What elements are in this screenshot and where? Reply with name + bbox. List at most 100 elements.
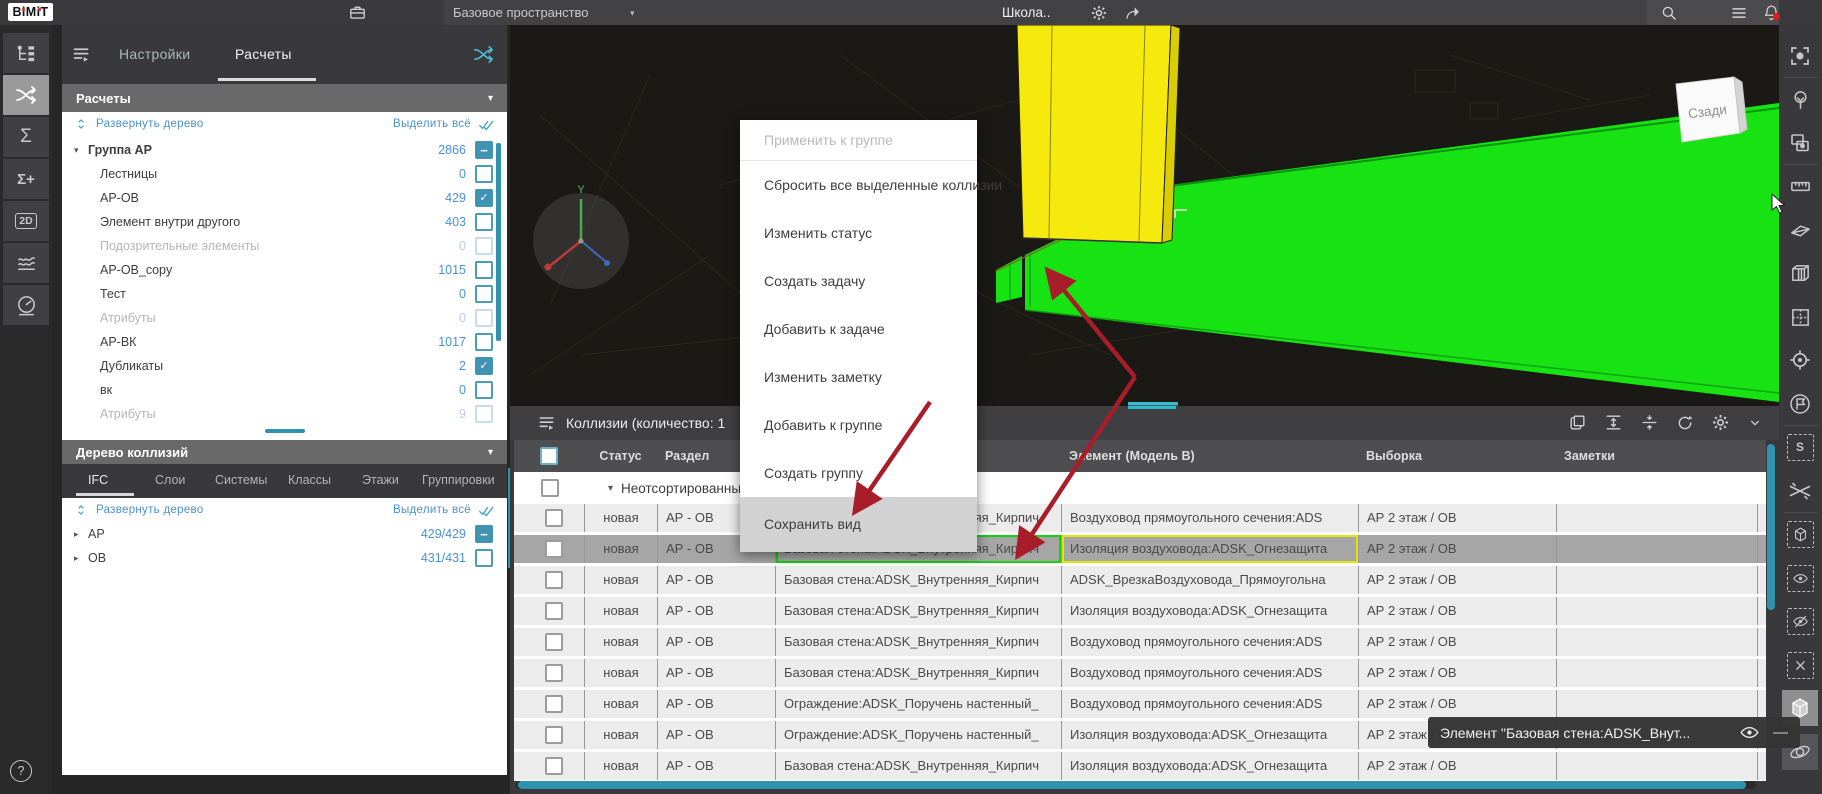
tree-row[interactable]: Элемент внутри другого403	[62, 210, 503, 234]
checkbox[interactable]	[545, 757, 563, 775]
checkbox[interactable]	[545, 509, 563, 527]
tab-calculations[interactable]: Расчеты	[235, 46, 292, 62]
collapse-caret-icon[interactable]: ▾	[488, 93, 493, 104]
tree-row[interactable]: АР-ВК1017	[62, 330, 503, 354]
checkbox[interactable]	[545, 602, 563, 620]
sidebar-item-dashboard[interactable]	[3, 285, 49, 325]
checkbox[interactable]: −	[475, 141, 493, 159]
bimit-logo[interactable]: BiMiT	[8, 3, 53, 21]
chevron-down-icon[interactable]	[1747, 415, 1763, 431]
workspace-selector[interactable]: Базовое пространство	[453, 0, 589, 25]
tool-measure[interactable]	[1782, 168, 1818, 204]
project-settings-gear-icon[interactable]	[1090, 4, 1108, 22]
table-row[interactable]: новаяАР - ОВБазовая стена:ADSK_Внутрення…	[514, 628, 1766, 656]
checkbox[interactable]	[475, 549, 493, 567]
table-menu-icon[interactable]	[537, 413, 557, 433]
double-check-icon[interactable]	[478, 502, 495, 519]
tab-classes[interactable]: Классы	[288, 473, 331, 487]
expand-tree-link[interactable]: Развернуть дерево	[96, 118, 204, 130]
tab-ifc[interactable]: IFC	[88, 473, 108, 487]
tab-systems[interactable]: Системы	[215, 473, 267, 487]
column-selection[interactable]: Выборка	[1358, 440, 1556, 472]
table-horizontal-scrollbar[interactable]	[518, 781, 1746, 789]
refresh-icon[interactable]	[1676, 414, 1694, 432]
checkbox[interactable]	[475, 261, 493, 279]
caret-right-icon[interactable]: ▸	[74, 553, 88, 564]
tool-show-selected-only[interactable]	[1782, 516, 1818, 552]
tree-row[interactable]: Атрибуты9	[62, 402, 503, 426]
table-row[interactable]: новаяАР - ОВБазовая стена:ADSK_Внутрення…	[514, 659, 1766, 687]
section-header-collision-tree[interactable]: Дерево коллизий ▾	[62, 440, 507, 464]
expand-tree-link[interactable]: Развернуть дерево	[96, 504, 204, 516]
select-all-checkbox[interactable]	[540, 447, 558, 465]
table-row[interactable]: новаяАР - ОВБазовая стена:ADSK_Внутрення…	[514, 597, 1766, 625]
model-yellow-duct[interactable]	[1017, 25, 1180, 243]
tab-floors[interactable]: Этажи	[362, 473, 399, 487]
tool-hide-elements[interactable]	[1782, 603, 1818, 639]
tool-flags[interactable]	[1782, 386, 1818, 422]
checkbox[interactable]	[545, 571, 563, 589]
tool-isolate-elements[interactable]	[1782, 125, 1818, 161]
menu-list-icon[interactable]	[1730, 4, 1748, 22]
checkbox[interactable]	[475, 213, 493, 231]
table-horizontal-scroll-track[interactable]	[516, 781, 1756, 789]
table-row-selected[interactable]: новаяАР - ОВБазовая стена:ADSK_Внутрення…	[514, 535, 1766, 563]
tab-groupings[interactable]: Группировки	[422, 473, 495, 487]
share-icon[interactable]	[1124, 4, 1142, 22]
sidebar-item-model-tree[interactable]	[3, 33, 49, 73]
tab-settings[interactable]: Настройки	[119, 46, 190, 62]
project-name[interactable]: Школа..	[1002, 0, 1051, 25]
double-check-icon[interactable]	[478, 116, 495, 133]
caret-down-icon[interactable]: ▾	[74, 145, 88, 156]
chevron-down-icon[interactable]: ▾	[630, 8, 635, 19]
tree-row[interactable]: АР-ОВ429✓	[62, 186, 503, 210]
panel-menu-icon[interactable]	[71, 44, 92, 65]
checkbox[interactable]	[541, 479, 559, 497]
tree-row[interactable]: ▸ОВ431/431	[62, 546, 503, 570]
table-row[interactable]: новаяАР - ОВБазовая стена:ADSK_Внутрення…	[514, 504, 1766, 532]
tool-section-box[interactable]	[1782, 255, 1818, 291]
briefcase-icon[interactable]	[348, 3, 367, 22]
tool-section-plane[interactable]	[1782, 212, 1818, 248]
checkbox[interactable]: ✓	[475, 189, 493, 207]
table-vertical-scrollbar[interactable]	[1767, 444, 1775, 610]
view-cube[interactable]: Сзади	[1676, 77, 1747, 142]
checkbox[interactable]	[475, 285, 493, 303]
tool-collision-pair[interactable]	[1782, 473, 1818, 509]
menu-item-edit-note[interactable]: Изменить заметку	[740, 353, 977, 401]
menu-item-reset-selected[interactable]: Сбросить все выделенные коллизии	[740, 161, 977, 209]
tool-floor-plan[interactable]	[1782, 299, 1818, 335]
sidebar-item-totals[interactable]: Σ	[3, 117, 49, 157]
tool-show-elements[interactable]	[1782, 560, 1818, 596]
checkbox[interactable]	[475, 381, 493, 399]
select-all-link[interactable]: Выделить всё	[393, 118, 471, 130]
tool-locate[interactable]	[1782, 342, 1818, 378]
select-all-link[interactable]: Выделить всё	[393, 504, 471, 516]
section-header-calculations[interactable]: Расчеты ▾	[62, 84, 507, 112]
menu-item-save-view[interactable]: Сохранить вид	[740, 497, 977, 552]
eye-icon[interactable]	[1739, 722, 1760, 743]
table-row[interactable]: новаяАР - ОВБазовая стена:ADSK_Внутрення…	[514, 752, 1766, 780]
sidebar-item-2d[interactable]: 2D	[3, 201, 49, 241]
group-row[interactable]: ▾ Неотсортированные	[514, 472, 1766, 504]
horizontal-scroll-indicator[interactable]	[265, 429, 305, 433]
checkbox[interactable]	[475, 165, 493, 183]
sidebar-item-charts[interactable]	[3, 243, 49, 283]
checkbox[interactable]	[475, 333, 493, 351]
checkbox[interactable]	[545, 726, 563, 744]
tree-row[interactable]: ▸АР429/429−	[62, 522, 503, 546]
caret-right-icon[interactable]: ▸	[74, 529, 88, 540]
sidebar-item-totals-plus[interactable]: Σ+	[3, 159, 49, 199]
copy-table-icon[interactable]	[1568, 413, 1587, 432]
tool-clear-selection[interactable]	[1782, 647, 1818, 683]
tree-row[interactable]: АР-ОВ_copy1015	[62, 258, 503, 282]
navigation-gizmo[interactable]: Y	[533, 184, 629, 289]
expand-collapse-icon[interactable]	[74, 117, 88, 131]
menu-item-add-to-task[interactable]: Добавить к задаче	[740, 305, 977, 353]
column-status[interactable]: Статус	[584, 440, 657, 472]
checkbox[interactable]	[545, 695, 563, 713]
collisions-shuffle-icon[interactable]	[472, 43, 495, 66]
menu-item-create-task[interactable]: Создать задачу	[740, 257, 977, 305]
tree-row[interactable]: Подозрительные элементы0	[62, 234, 503, 258]
tool-environment[interactable]	[1782, 81, 1818, 117]
